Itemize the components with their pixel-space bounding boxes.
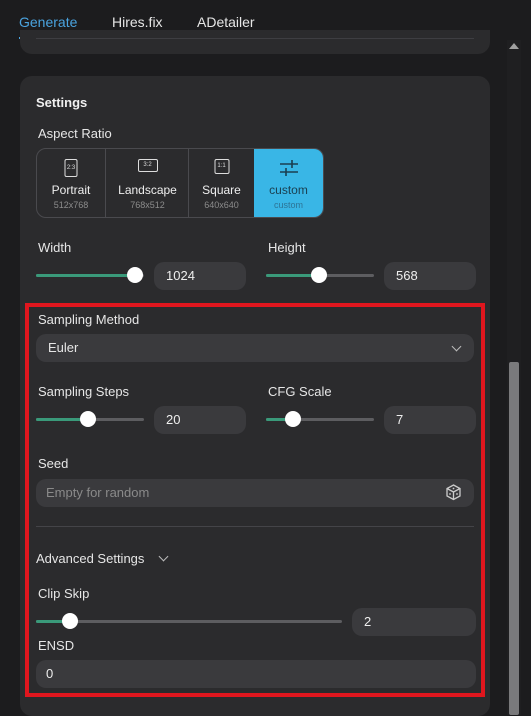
custom-sliders-icon [280,160,298,176]
aspect-square-button[interactable]: 1:1 Square 640x640 [188,149,254,217]
settings-title: Settings [36,95,88,110]
scrollbar-thumb[interactable] [509,362,519,715]
aspect-option-name: Portrait [51,183,91,197]
previous-panel [20,30,490,54]
scroll-up-arrow-icon[interactable] [509,43,519,49]
aspect-option-size: custom [273,200,303,210]
highlight-box [25,303,485,697]
landscape-ratio-icon: 3:2 [137,159,158,172]
width-label: Width [38,240,72,255]
aspect-option-name: Square [202,183,241,197]
aspect-option-name: Landscape [118,183,177,197]
width-slider-thumb[interactable] [127,267,143,283]
aspect-ratio-label: Aspect Ratio [38,126,112,141]
height-label: Height [268,240,306,255]
width-slider-fill [36,274,135,277]
tab-generate[interactable]: Generate [19,14,77,30]
aspect-option-name: custom [269,183,308,197]
aspect-option-size: 768x512 [130,200,165,210]
divider [36,38,474,39]
width-input[interactable]: 1024 [154,262,246,290]
aspect-option-size: 640x640 [204,200,239,210]
height-slider-thumb[interactable] [311,267,327,283]
aspect-portrait-button[interactable]: 2:3 Portrait 512x768 [37,149,105,217]
aspect-landscape-button[interactable]: 3:2 Landscape 768x512 [105,149,189,217]
aspect-option-size: 512x768 [53,200,89,210]
portrait-ratio-icon: 2:3 [64,159,78,177]
aspect-custom-button[interactable]: custom custom [254,149,323,217]
aspect-ratio-selector: 2:3 Portrait 512x768 3:2 Landscape 768x5… [36,148,324,218]
height-input[interactable]: 568 [384,262,476,290]
square-ratio-icon: 1:1 [214,159,229,174]
tab-adetailer[interactable]: ADetailer [197,14,255,30]
tab-hires-fix[interactable]: Hires.fix [112,14,163,30]
